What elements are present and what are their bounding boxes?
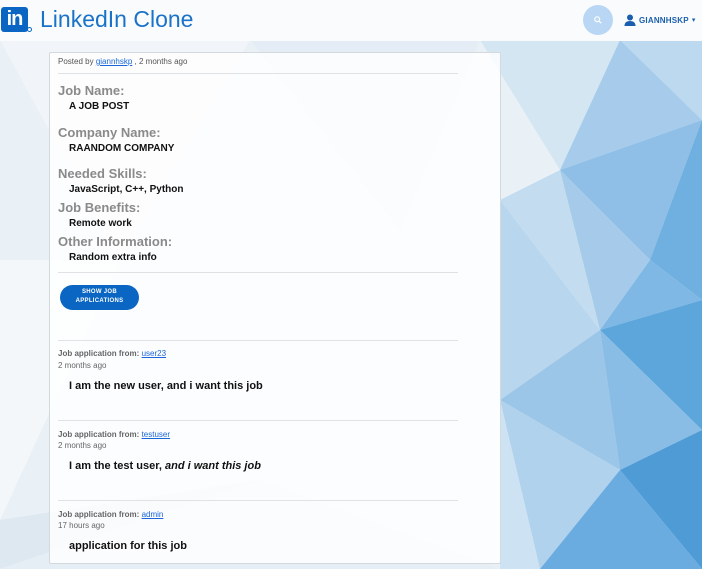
benefits-value: Remote work: [69, 218, 132, 229]
divider: [58, 73, 458, 74]
application-from-label: Job application from:: [58, 510, 140, 519]
author-link[interactable]: giannhskp: [96, 57, 132, 66]
application-text-plain: application for this job: [69, 540, 187, 552]
application-from-label: Job application from:: [58, 430, 140, 439]
application-from: Job application from: admin: [58, 510, 163, 519]
applicant-link[interactable]: testuser: [142, 430, 170, 439]
application-text: application for this job: [69, 540, 187, 552]
application-text: I am the new user, and i want this job: [69, 380, 263, 392]
job-post-card: Posted by giannhskp , 2 months ago Job N…: [49, 52, 501, 564]
job-name-value: A JOB POST: [69, 101, 130, 112]
application-text-plain: I am the test user,: [69, 460, 165, 472]
user-menu[interactable]: GIANNHSKP ▾: [624, 12, 695, 28]
linkedin-logo[interactable]: in: [1, 7, 32, 32]
applicant-link[interactable]: user23: [142, 349, 166, 358]
post-time: , 2 months ago: [134, 57, 188, 66]
user-icon: [624, 14, 636, 26]
benefits-label: Job Benefits:: [58, 200, 141, 215]
application-time: 2 months ago: [58, 361, 107, 370]
divider: [58, 340, 458, 341]
application-text-plain: I am the new user, and i want this job: [69, 380, 263, 392]
other-info-label: Other Information:: [58, 234, 173, 249]
company-value: RAANDOM COMPANY: [69, 143, 175, 154]
applicant-link[interactable]: admin: [142, 510, 164, 519]
divider: [58, 500, 458, 501]
application-time: 2 months ago: [58, 441, 107, 450]
application-time: 17 hours ago: [58, 521, 105, 530]
skills-value: JavaScript, C++, Python: [69, 184, 184, 195]
application-from-label: Job application from:: [58, 349, 140, 358]
top-navbar: in LinkedIn Clone GIANNHSKP ▾: [0, 0, 702, 41]
application-from: Job application from: user23: [58, 349, 166, 358]
application-text-italic: and i want this job: [164, 460, 261, 472]
divider: [58, 272, 458, 273]
other-info-value: Random extra info: [69, 252, 157, 263]
posted-by-prefix: Posted by: [58, 57, 94, 66]
show-button-line2: APPLICATIONS: [75, 298, 124, 304]
show-button-line1: SHOW JOB: [81, 289, 118, 295]
job-name-label: Job Name:: [58, 83, 125, 98]
application-from: Job application from: testuser: [58, 430, 170, 439]
application-text: I am the test user, and i want this job: [69, 460, 261, 472]
show-job-applications-button[interactable]: SHOW JOB APPLICATIONS: [60, 285, 139, 310]
post-meta: Posted by giannhskp , 2 months ago: [58, 57, 187, 66]
username-label: GIANNHSKP: [639, 15, 689, 25]
company-label: Company Name:: [58, 125, 161, 140]
brand-title[interactable]: LinkedIn Clone: [40, 5, 193, 33]
search-icon: [594, 16, 602, 24]
skills-label: Needed Skills:: [58, 166, 147, 181]
search-button[interactable]: [583, 5, 613, 35]
chevron-down-icon: ▾: [691, 17, 696, 24]
divider: [58, 420, 458, 421]
